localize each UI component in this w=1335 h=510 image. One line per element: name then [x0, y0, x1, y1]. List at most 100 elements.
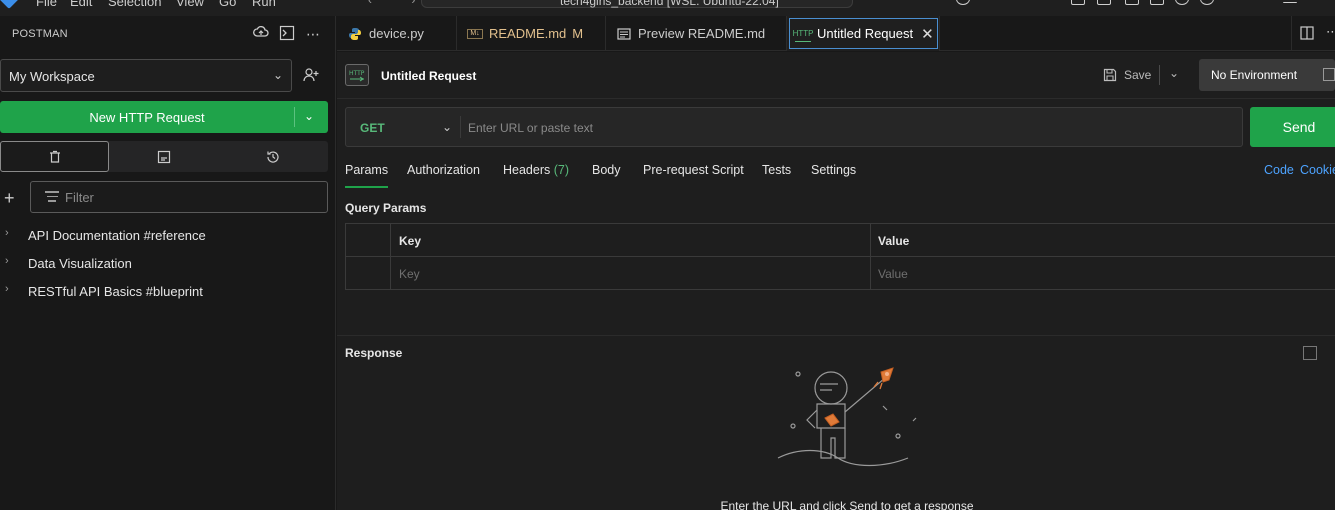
url-bar: GET ⌄ [345, 107, 1243, 147]
http-icon: HTTP [793, 26, 813, 42]
toggle-panel-icon[interactable] [1097, 0, 1111, 5]
account-icon[interactable] [1175, 0, 1189, 5]
modified-indicator: M [572, 26, 584, 41]
filter-icon [45, 191, 59, 203]
editor-actions: ⋯ [1291, 16, 1335, 51]
menubar: File Edit Selection View Go Run ‹ › tech… [0, 0, 1335, 16]
request-panel: HTTP Untitled Request Save ⌄ No Environm… [337, 52, 1335, 510]
value-column-header: Value [878, 234, 910, 248]
minimize-icon[interactable] [1283, 2, 1297, 4]
response-label: Response [345, 346, 403, 360]
tab-untitled-request[interactable]: HTTP Untitled Request ✕ [787, 16, 940, 51]
collection-item[interactable]: › RESTful API Basics #blueprint [0, 280, 336, 302]
menu-go[interactable]: Go [219, 0, 236, 9]
menu-view[interactable]: View [176, 0, 204, 9]
environment-icon [157, 150, 170, 163]
environments-view-button[interactable] [109, 141, 218, 172]
add-collection-icon[interactable]: + [4, 188, 15, 209]
astronaut-illustration [777, 367, 917, 467]
save-button[interactable]: Save [1103, 66, 1151, 84]
chevron-right-icon[interactable]: › [5, 255, 9, 267]
headers-label: Headers [503, 163, 551, 177]
collection-item[interactable]: › API Documentation #reference [0, 224, 336, 246]
tab-authorization[interactable]: Authorization [407, 163, 480, 177]
query-params-label: Query Params [345, 201, 427, 215]
save-icon [1103, 68, 1117, 82]
request-subtabs: Params Authorization Headers (7) Body Pr… [345, 163, 1335, 188]
tab-headers[interactable]: Headers (7) [503, 163, 569, 177]
tab-readme[interactable]: M↓ README.md M [457, 16, 606, 51]
key-column-header: Key [399, 234, 422, 248]
tab-params[interactable]: Params [345, 163, 389, 188]
svg-text:HTTP: HTTP [349, 70, 365, 77]
menu-run[interactable]: Run [252, 0, 276, 9]
chevron-right-icon[interactable]: › [5, 283, 9, 295]
command-center-label: tech4girls_backend [WSL: Ubuntu-22.04] [560, 0, 779, 8]
terminal-icon[interactable] [278, 25, 296, 43]
divider [346, 256, 1335, 257]
new-http-request-button[interactable]: New HTTP Request ⌄ [0, 101, 328, 133]
code-link[interactable]: Code [1264, 163, 1294, 177]
python-icon [347, 26, 363, 42]
collections-view-button[interactable] [0, 141, 109, 172]
vscode-logo-icon [0, 0, 19, 9]
save-label: Save [1124, 68, 1152, 82]
postman-sidebar: POSTMAN ⋯ My Workspace ⌄ New HTTP Reques… [0, 16, 336, 510]
chevron-right-icon[interactable]: › [5, 227, 9, 239]
divider [1159, 65, 1160, 85]
tab-prerequest-script[interactable]: Pre-request Script [643, 163, 744, 177]
workspace-select-label: My Workspace [9, 69, 95, 84]
cookies-link[interactable]: Cookies [1300, 163, 1335, 177]
workspace-select[interactable]: My Workspace ⌄ [0, 59, 292, 92]
cloud-sync-icon[interactable] [252, 25, 270, 43]
tab-label: device.py [369, 26, 424, 41]
copilot-icon[interactable] [956, 0, 970, 5]
url-input[interactable] [468, 119, 1228, 137]
split-editor-icon[interactable] [1300, 26, 1314, 40]
environment-quick-look-icon[interactable] [1323, 68, 1335, 81]
tab-label: Preview README.md [638, 26, 766, 41]
more-actions-icon[interactable]: ⋯ [1326, 24, 1335, 40]
toggle-secondary-sidebar-icon[interactable] [1125, 0, 1139, 5]
chevron-down-icon[interactable]: ⌄ [442, 120, 452, 134]
filter-input[interactable] [65, 188, 315, 206]
request-title[interactable]: Untitled Request [381, 69, 476, 83]
toggle-layout-icon[interactable] [1303, 346, 1317, 360]
tab-preview-readme[interactable]: Preview README.md [606, 16, 787, 51]
filter-field[interactable] [30, 181, 328, 213]
headers-count: (7) [553, 163, 570, 177]
tab-label: README.md [489, 26, 567, 41]
settings-gear-icon[interactable] [1200, 0, 1214, 5]
param-key-input[interactable] [399, 266, 859, 282]
collection-name: RESTful API Basics #blueprint [28, 284, 203, 299]
invite-user-icon[interactable] [302, 66, 322, 86]
response-empty-hint: Enter the URL and click Send to get a re… [720, 499, 974, 510]
menu-selection[interactable]: Selection [108, 0, 161, 9]
environment-label: No Environment [1211, 68, 1298, 82]
http-request-icon: HTTP [345, 64, 369, 86]
more-actions-icon[interactable]: ⋯ [304, 25, 322, 43]
method-select[interactable]: GET [360, 121, 385, 135]
send-button[interactable]: Send [1250, 107, 1335, 147]
collection-item[interactable]: › Data Visualization [0, 252, 336, 274]
editor-tab-bar: device.py M↓ README.md M Preview README.… [337, 16, 1335, 51]
close-tab-icon[interactable]: ✕ [921, 25, 934, 43]
tab-body[interactable]: Body [592, 163, 621, 177]
menu-file[interactable]: File [36, 0, 57, 9]
tab-settings[interactable]: Settings [811, 163, 856, 177]
toggle-sidebar-icon[interactable] [1071, 0, 1085, 5]
response-pane: Response Enter the URL and click Send to… [337, 335, 1335, 510]
environment-select[interactable]: No Environment [1199, 59, 1335, 91]
divider [294, 107, 295, 127]
tab-tests[interactable]: Tests [762, 163, 791, 177]
query-params-table: Key Value [345, 223, 1335, 290]
save-options-icon[interactable]: ⌄ [1169, 66, 1179, 80]
history-view-button[interactable] [218, 141, 327, 172]
trash-icon [49, 150, 60, 163]
history-icon [266, 150, 279, 163]
new-request-dropdown-icon[interactable]: ⌄ [304, 109, 314, 123]
tab-device-py[interactable]: device.py [337, 16, 457, 51]
menu-edit[interactable]: Edit [70, 0, 92, 9]
customize-layout-icon[interactable] [1150, 0, 1164, 5]
param-value-input[interactable] [878, 266, 1328, 282]
